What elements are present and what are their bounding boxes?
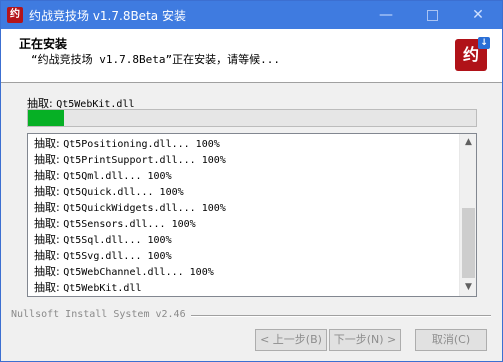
log-row-text: Qt5Positioning.dll... 100% xyxy=(63,139,220,150)
log-row-prefix: 抽取: xyxy=(34,281,60,294)
close-button[interactable]: ✕ xyxy=(455,1,501,29)
logo-text: 约 xyxy=(462,45,479,64)
log-row: 抽取: Qt5Quick.dll... 100% xyxy=(34,184,454,200)
window-title: 约战竞技场 v1.7.8Beta 安装 xyxy=(29,9,186,23)
log-row-text: Qt5WebKit.dll xyxy=(63,283,142,294)
download-arrow-icon: ↓ xyxy=(478,37,490,49)
log-row: 抽取: Qt5Positioning.dll... 100% xyxy=(34,136,454,152)
log-row: 抽取: Qt5WebKit.dll xyxy=(34,280,454,296)
progress-bar xyxy=(27,109,477,127)
log-row-prefix: 抽取: xyxy=(34,137,60,150)
log-row-text: Qt5Svg.dll... 100% xyxy=(63,251,172,262)
maximize-button[interactable] xyxy=(409,1,455,29)
log-list: 抽取: Qt5Positioning.dll... 100% 抽取: Qt5Pri… xyxy=(34,136,454,296)
page-subtitle: “约战竞技场 v1.7.8Beta”正在安装，请等候... xyxy=(31,53,280,66)
progress-fill xyxy=(28,110,64,126)
log-row: 抽取: Qt5PrintSupport.dll... 100% xyxy=(34,152,454,168)
log-row-prefix: 抽取: xyxy=(34,153,60,166)
log-row: 抽取: Qt5Svg.dll... 100% xyxy=(34,248,454,264)
log-row-prefix: 抽取: xyxy=(34,233,60,246)
log-row-prefix: 抽取: xyxy=(34,201,60,214)
minimize-button[interactable]: — xyxy=(363,1,409,29)
maximize-icon xyxy=(426,9,438,21)
next-button[interactable]: 下一步(N) > xyxy=(329,329,401,351)
log-row: 抽取: Qt5QuickWidgets.dll... 100% xyxy=(34,200,454,216)
title-bar[interactable]: 约 约战竞技场 v1.7.8Beta 安装 — ✕ xyxy=(1,1,502,29)
nsis-branding: Nullsoft Install System v2.46 xyxy=(11,309,186,320)
log-row-text: Qt5WebChannel.dll... 100% xyxy=(63,267,214,278)
log-row-text: Qt5PrintSupport.dll... 100% xyxy=(63,155,226,166)
app-icon: 约 xyxy=(7,7,23,23)
log-row: 抽取: Qt5Qml.dll... 100% xyxy=(34,168,454,184)
log-row: 抽取: Qt5WebChannel.dll... 100% xyxy=(34,264,454,280)
log-row-prefix: 抽取: xyxy=(34,265,60,278)
scroll-thumb[interactable] xyxy=(462,208,475,278)
log-row-prefix: 抽取: xyxy=(34,185,60,198)
log-row-text: Qt5Sensors.dll... 100% xyxy=(63,219,196,230)
details-log[interactable]: 抽取: Qt5Positioning.dll... 100% 抽取: Qt5Pri… xyxy=(27,133,477,297)
page-title: 正在安装 xyxy=(19,37,68,51)
scroll-down-arrow-icon[interactable]: ▼ xyxy=(460,279,476,296)
log-row-prefix: 抽取: xyxy=(34,249,60,262)
scroll-up-arrow-icon[interactable]: ▲ xyxy=(460,134,476,151)
log-row-text: Qt5Quick.dll... 100% xyxy=(63,187,184,198)
log-row-prefix: 抽取: xyxy=(34,217,60,230)
log-row-text: Qt5Qml.dll... 100% xyxy=(63,171,172,182)
log-row-text: Qt5Sql.dll... 100% xyxy=(63,235,172,246)
log-row-prefix: 抽取: xyxy=(34,169,60,182)
log-scrollbar[interactable]: ▲ ▼ xyxy=(459,134,476,296)
cancel-button[interactable]: 取消(C) xyxy=(415,329,487,351)
log-row: 抽取: Qt5Sensors.dll... 100% xyxy=(34,216,454,232)
back-button[interactable]: < 上一步(B) xyxy=(255,329,327,351)
header-panel: 正在安装 “约战竞技场 v1.7.8Beta”正在安装，请等候... 约 ↓ xyxy=(1,29,502,83)
installer-window: 约 约战竞技场 v1.7.8Beta 安装 — ✕ 正在安装 “约战竞技场 v1… xyxy=(0,0,503,362)
log-row: 抽取: Qt5Sql.dll... 100% xyxy=(34,232,454,248)
branding-divider xyxy=(191,315,491,317)
log-row-text: Qt5QuickWidgets.dll... 100% xyxy=(63,203,226,214)
installer-logo-icon: 约 ↓ xyxy=(455,37,490,71)
